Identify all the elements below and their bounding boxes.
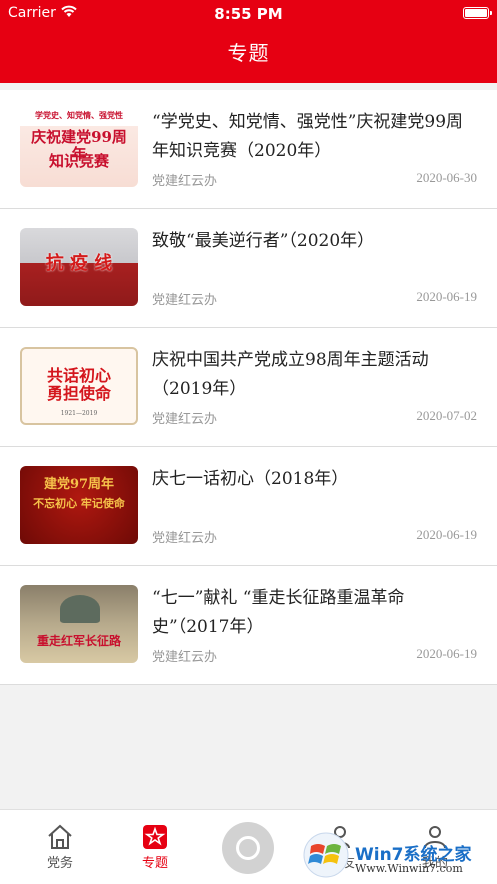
topic-date: 2020-06-19 xyxy=(416,646,477,661)
status-bar: Carrier 8:55 PM xyxy=(0,5,497,23)
clock: 8:55 PM xyxy=(214,5,283,23)
watermark-url: Www.Winwin7.com xyxy=(355,862,463,875)
center-action-button[interactable] xyxy=(222,822,274,874)
thumb-caption: 1921—2019 xyxy=(60,410,98,417)
list-item[interactable]: 抗 疫 线 致敬“最美逆行者”（2020年） 党建红云办 2020-06-19 xyxy=(0,209,497,328)
tab-bar: 党务 专题 党友 我的 Win7系统之家 Www.Winwin7.com xyxy=(0,809,497,884)
home-icon xyxy=(30,824,90,850)
watermark: Win7系统之家 Www.Winwin7.com xyxy=(301,830,491,880)
topic-thumbnail: 学党史、知党情、强党性 庆祝建党99周年 知识竞赛 xyxy=(20,109,138,187)
topic-title: 致敬“最美逆行者”（2020年） xyxy=(152,231,375,251)
topic-source: 党建红云办 xyxy=(152,531,218,546)
thumb-caption: 重走红军长征路 xyxy=(36,634,121,648)
topic-date: 2020-06-19 xyxy=(416,289,477,304)
tab-topics[interactable]: 专题 xyxy=(125,816,185,871)
topic-source: 党建红云办 xyxy=(152,650,218,665)
topic-thumbnail: 共话初心 勇担使命 1921—2019 xyxy=(20,347,138,425)
tab-label: 专题 xyxy=(141,856,168,871)
topic-source: 党建红云办 xyxy=(152,412,218,427)
star-badge-icon xyxy=(125,824,185,850)
topic-source: 党建红云办 xyxy=(152,174,218,189)
thumb-caption: 建党97周年 xyxy=(43,477,115,492)
thumb-caption: 抗 疫 线 xyxy=(45,253,113,274)
topic-thumbnail: 重走红军长征路 xyxy=(20,585,138,663)
list-item[interactable]: 建党97周年 不忘初心 牢记使命 庆七一话初心（2018年） 党建红云办 202… xyxy=(0,447,497,566)
windows-logo-icon xyxy=(303,832,349,878)
tab-party-affairs[interactable]: 党务 xyxy=(30,816,90,871)
thumb-caption: 学党史、知党情、强党性 xyxy=(35,110,123,120)
app-header: Carrier 8:55 PM 专题 xyxy=(0,0,497,83)
thumb-caption: 共话初心 xyxy=(46,366,111,385)
thumb-caption: 知识竞赛 xyxy=(48,152,109,170)
topic-title: “七一”献礼 “重走长征路重温革命史”（2017年） xyxy=(152,588,405,637)
topic-title: “学党史、知党情、强党性”庆祝建党99周年知识竞赛（2020年） xyxy=(152,112,464,161)
topic-date: 2020-06-30 xyxy=(416,170,477,185)
topic-source: 党建红云办 xyxy=(152,293,218,308)
topic-title: 庆祝中国共产党成立98周年主题活动（2019年） xyxy=(152,350,429,399)
topic-title: 庆七一话初心（2018年） xyxy=(152,469,349,489)
topic-thumbnail: 抗 疫 线 xyxy=(20,228,138,306)
battery-icon xyxy=(463,7,492,19)
thumb-caption: 不忘初心 牢记使命 xyxy=(33,497,125,510)
list-item[interactable]: 共话初心 勇担使命 1921—2019 庆祝中国共产党成立98周年主题活动（20… xyxy=(0,328,497,447)
page-title: 专题 xyxy=(227,41,270,65)
topic-date: 2020-06-19 xyxy=(416,527,477,542)
list-item[interactable]: 学党史、知党情、强党性 庆祝建党99周年 知识竞赛 “学党史、知党情、强党性”庆… xyxy=(0,90,497,209)
swirl-icon xyxy=(236,836,260,860)
list-item[interactable]: 重走红军长征路 “七一”献礼 “重走长征路重温革命史”（2017年） 党建红云办… xyxy=(0,566,497,685)
topic-list: 学党史、知党情、强党性 庆祝建党99周年 知识竞赛 “学党史、知党情、强党性”庆… xyxy=(0,90,497,685)
topic-thumbnail: 建党97周年 不忘初心 牢记使命 xyxy=(20,466,138,544)
topic-date: 2020-07-02 xyxy=(416,408,477,423)
thumb-caption: 勇担使命 xyxy=(46,384,111,403)
tab-label: 党务 xyxy=(46,856,73,871)
